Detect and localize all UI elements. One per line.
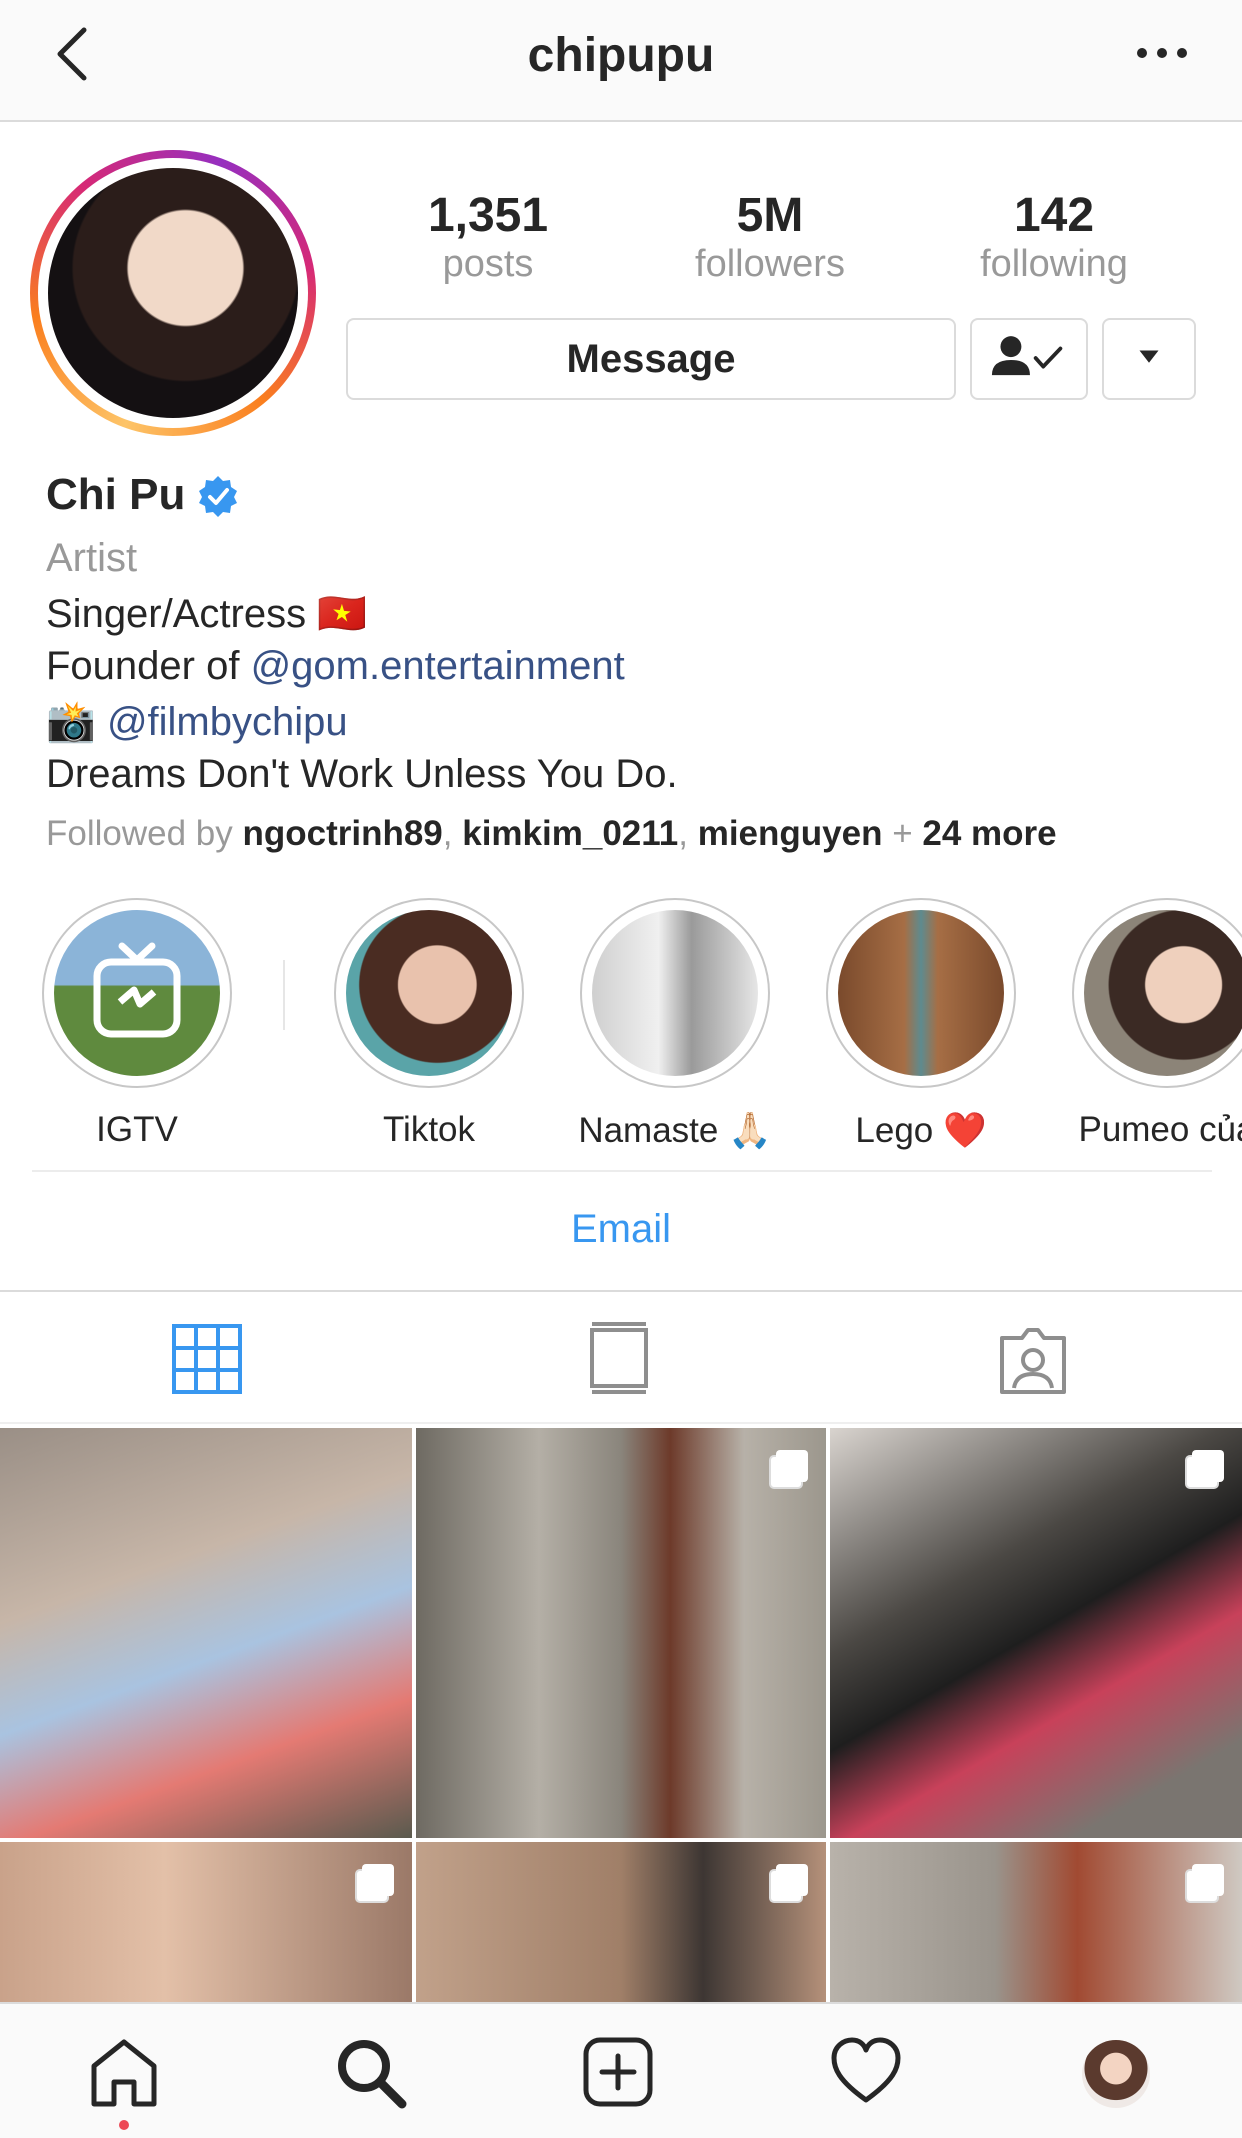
bio-founder-text: Founder of xyxy=(46,644,251,688)
divider xyxy=(32,1170,1212,1172)
verified-badge-icon xyxy=(199,476,237,517)
search-icon[interactable] xyxy=(332,2034,408,2110)
profile-tab-avatar[interactable] xyxy=(1082,2040,1150,2108)
bio-line-1: Singer/Actress 🇻🇳 xyxy=(46,592,368,636)
post-thumbnail[interactable] xyxy=(830,1428,1242,1838)
highlight-namaste[interactable]: Namaste 🙏🏻 xyxy=(578,898,772,1151)
more-options-icon[interactable] xyxy=(1132,38,1192,68)
follower-name: mienguyen xyxy=(697,814,883,853)
post-thumbnail[interactable] xyxy=(830,1842,1242,2002)
highlight-tiktok[interactable]: Tiktok xyxy=(332,898,526,1150)
highlight-separator xyxy=(283,960,285,1030)
user-check-icon xyxy=(991,336,1063,376)
highlight-pumeo[interactable]: Pumeo của xyxy=(1070,898,1242,1150)
caret-down-icon xyxy=(1139,350,1159,363)
grid-icon[interactable] xyxy=(170,1322,244,1396)
filmbychipu-link[interactable]: @filmbychipu xyxy=(107,700,348,744)
posts-count-label: posts xyxy=(442,243,534,285)
profile-name: Chi Pu xyxy=(46,470,186,519)
highlight-igtv[interactable]: IGTV xyxy=(40,898,234,1150)
story-ring[interactable] xyxy=(30,150,316,436)
email-button[interactable]: Email xyxy=(0,1207,1242,1252)
followed-by-prefix: Followed by xyxy=(46,814,243,853)
bio-line-3: 📸 @filmbychipu xyxy=(46,698,348,745)
posts-count-value: 1,351 xyxy=(427,189,549,242)
bio-line-2: Founder of @gom.entertainment xyxy=(46,644,625,689)
highlight-label: Namaste 🙏🏻 xyxy=(578,1111,772,1150)
followers-count[interactable]: 5M followers xyxy=(670,190,870,286)
gom-entertainment-link[interactable]: @gom.entertainment xyxy=(251,644,625,688)
followed-by-more: 24 more xyxy=(922,814,1057,853)
multiple-photos-icon xyxy=(1185,1450,1224,1489)
highlight-label: IGTV xyxy=(96,1110,178,1149)
following-button[interactable] xyxy=(970,318,1088,400)
profile-avatar xyxy=(48,168,298,418)
follower-name: ngoctrinh89 xyxy=(242,814,443,853)
followers-count-value: 5M xyxy=(736,189,804,242)
post-thumbnail[interactable] xyxy=(416,1428,826,1838)
highlight-label: Pumeo của xyxy=(1078,1110,1242,1149)
activity-heart-icon[interactable] xyxy=(828,2034,904,2110)
following-count-value: 142 xyxy=(1013,189,1095,242)
camera-flash-emoji: 📸 xyxy=(46,700,96,744)
profile-category: Artist xyxy=(46,536,138,580)
igtv-icon xyxy=(93,942,181,1038)
multiple-photos-icon xyxy=(769,1864,808,1903)
bio-line-4: Dreams Don't Work Unless You Do. xyxy=(46,752,678,796)
post-thumbnail[interactable] xyxy=(0,1842,412,2002)
profile-tabs xyxy=(0,1290,1242,1424)
post-thumbnail[interactable] xyxy=(416,1842,826,2002)
multiple-photos-icon xyxy=(769,1450,808,1489)
bottom-nav-bar xyxy=(0,2002,1242,2138)
top-nav-bar: chipupu xyxy=(0,0,1242,122)
following-count[interactable]: 142 following xyxy=(954,190,1154,286)
multiple-photos-icon xyxy=(1185,1864,1224,1903)
followers-count-label: followers xyxy=(695,243,845,285)
highlight-lego[interactable]: Lego ❤️ xyxy=(824,898,1018,1151)
multiple-photos-icon xyxy=(355,1864,394,1903)
home-icon[interactable] xyxy=(86,2034,162,2110)
message-button[interactable]: Message xyxy=(346,318,956,400)
feed-icon[interactable] xyxy=(582,1322,656,1396)
profile-username-title: chipupu xyxy=(527,29,715,82)
followed-by[interactable]: Followed by ngoctrinh89, kimkim_0211, mi… xyxy=(46,814,1057,854)
notification-dot xyxy=(119,2120,129,2130)
following-count-label: following xyxy=(980,243,1128,285)
suggested-dropdown-button[interactable] xyxy=(1102,318,1196,400)
new-post-icon[interactable] xyxy=(580,2034,656,2110)
highlight-label: Tiktok xyxy=(382,1110,476,1149)
highlight-label: Lego ❤️ xyxy=(855,1111,987,1150)
post-thumbnail[interactable] xyxy=(0,1428,412,1838)
posts-count[interactable]: 1,351 posts xyxy=(388,190,588,286)
follower-name: kimkim_0211 xyxy=(462,814,679,853)
tagged-icon[interactable] xyxy=(996,1322,1070,1396)
